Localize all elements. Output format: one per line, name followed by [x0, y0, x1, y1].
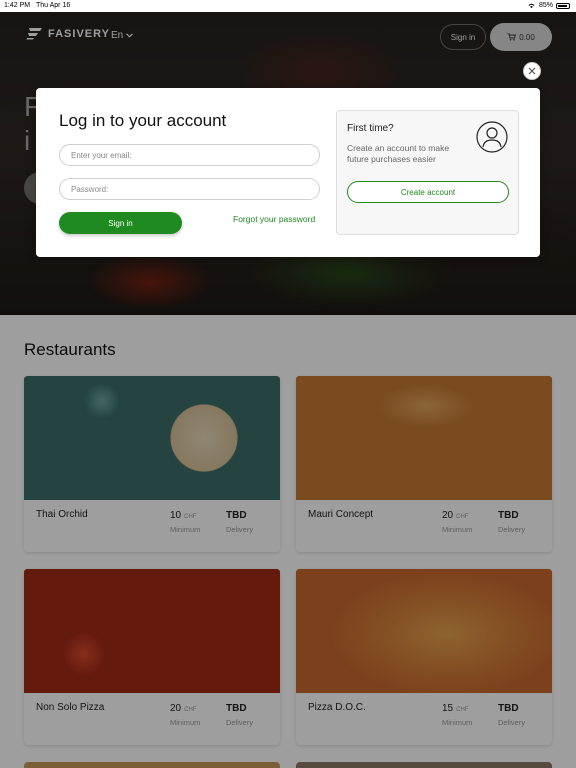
first-time-panel: First time? Create an account to make fu… — [336, 110, 519, 235]
password-placeholder: Password: — [71, 184, 109, 194]
login-modal: Log in to your account Enter your email:… — [36, 88, 540, 257]
status-right: 85% — [527, 2, 570, 9]
password-field[interactable]: Password: — [59, 178, 320, 200]
email-field[interactable]: Enter your email: — [59, 144, 320, 166]
email-placeholder: Enter your email: — [71, 150, 132, 160]
close-modal-button[interactable] — [523, 62, 541, 80]
status-bar: 1:42 PM Thu Apr 16 85% — [0, 0, 576, 12]
forgot-password-link[interactable]: Forgot your password — [233, 214, 315, 224]
signin-button[interactable]: Sign in — [59, 212, 182, 234]
first-time-description: Create an account to make future purchas… — [347, 143, 450, 164]
create-account-button[interactable]: Create account — [347, 181, 509, 203]
user-avatar-icon — [476, 121, 508, 153]
battery-icon — [556, 2, 570, 9]
close-icon — [528, 67, 536, 75]
battery-percent: 85% — [538, 2, 553, 9]
status-time: 1:42 PM — [4, 2, 31, 9]
status-date: Thu Apr 16 — [36, 2, 71, 9]
wifi-icon — [528, 3, 535, 9]
first-time-title: First time? — [347, 123, 394, 134]
login-title: Log in to your account — [59, 111, 227, 130]
